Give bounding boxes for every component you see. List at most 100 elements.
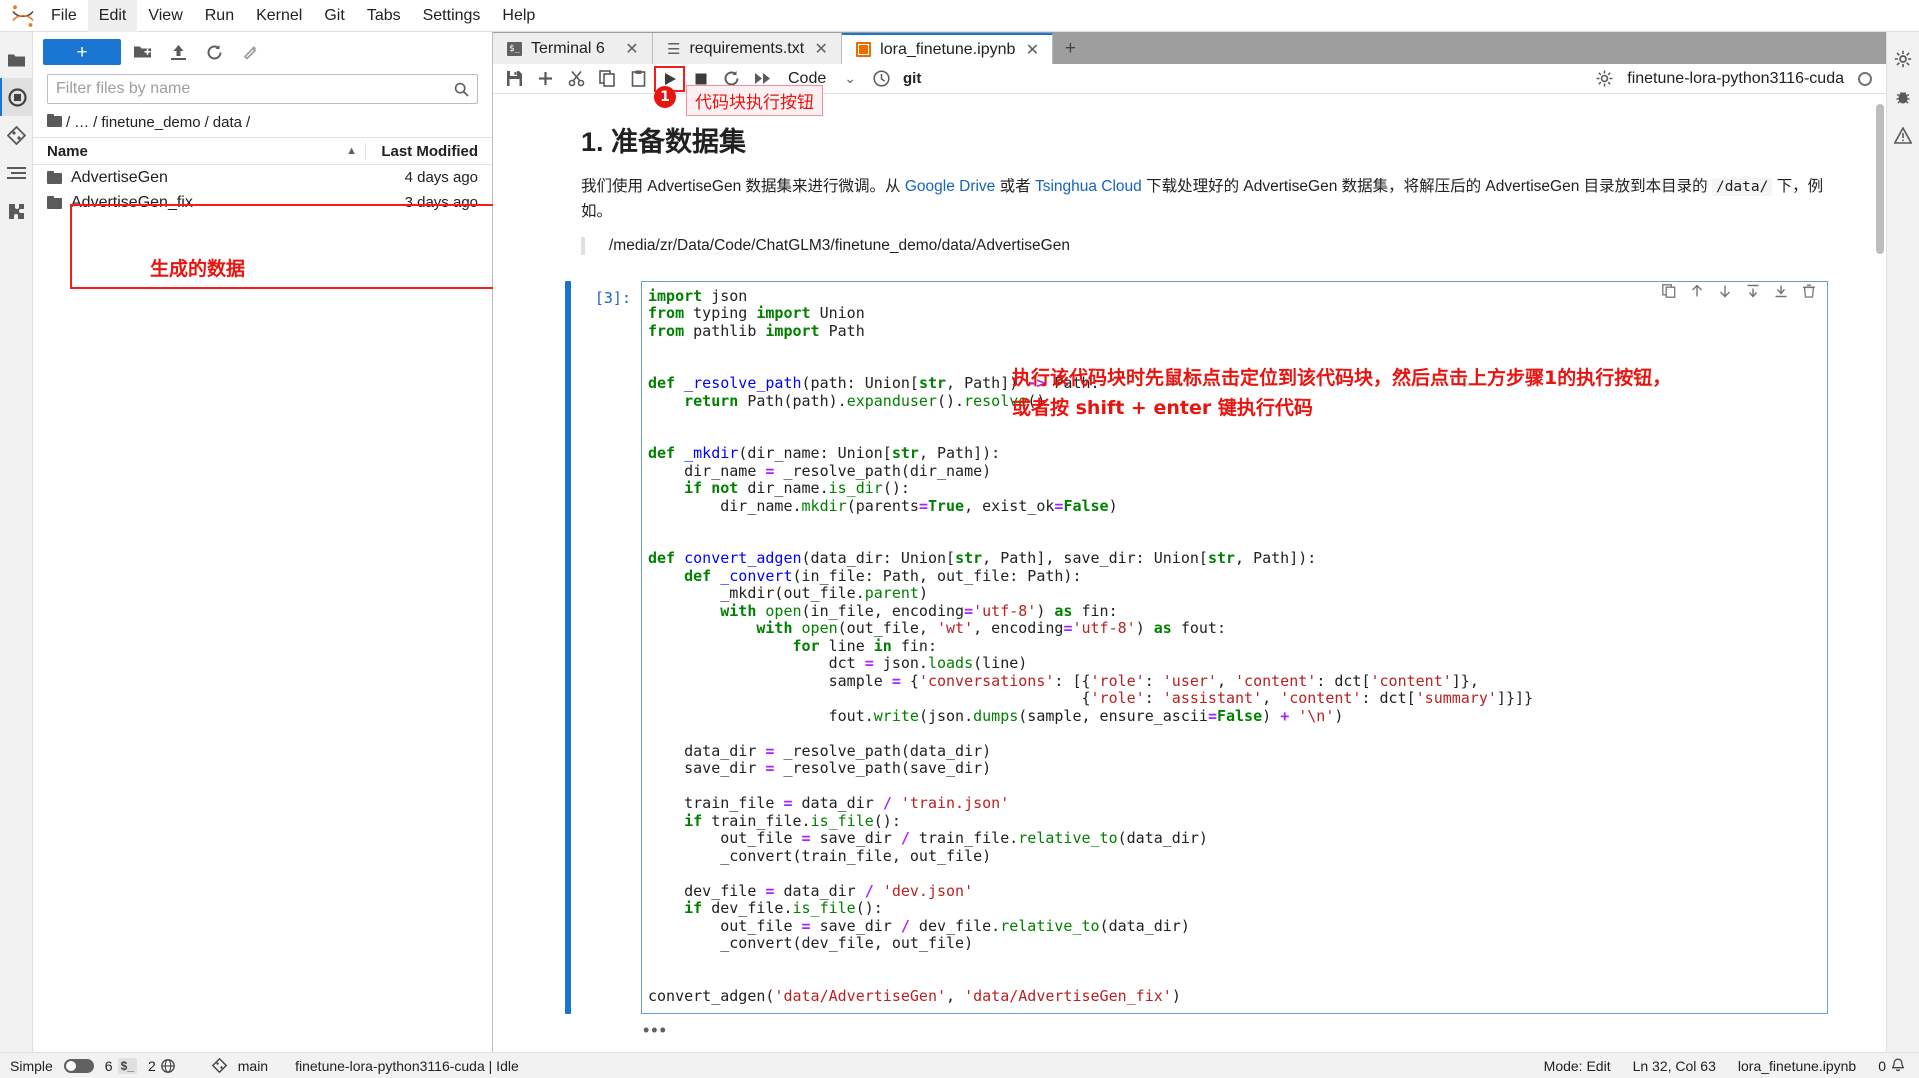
upload-icon[interactable]: [163, 39, 193, 65]
plus-icon[interactable]: [530, 66, 561, 92]
sidebar-item-extension-manager[interactable]: [0, 192, 33, 230]
menu-help[interactable]: Help: [491, 0, 546, 32]
column-header-name[interactable]: Name ▲: [33, 143, 366, 160]
new-launcher-button[interactable]: +: [43, 39, 121, 65]
menu-tabs[interactable]: Tabs: [356, 0, 412, 32]
dock-area: $_ Terminal 6 ✕ ☰ requirements.txt ✕ lor…: [493, 32, 1886, 1052]
status-terminals[interactable]: 6 $_: [105, 1058, 137, 1074]
menu-git[interactable]: Git: [313, 0, 355, 32]
link-tsinghua-cloud[interactable]: Tsinghua Cloud: [1035, 178, 1142, 195]
menu-kernel[interactable]: Kernel: [245, 0, 313, 32]
jupyter-logo-icon: [6, 2, 40, 30]
notebook-content: 1. 准备数据集 我们使用 AdvertiseGen 数据集来进行微调。从 Go…: [559, 120, 1828, 1052]
list-item[interactable]: AdvertiseGen 4 days ago: [33, 165, 492, 190]
close-icon[interactable]: ✕: [813, 39, 829, 59]
menu-view[interactable]: View: [137, 0, 193, 32]
inline-code-data-path: /data/: [1712, 178, 1772, 196]
tab-terminal-6[interactable]: $_ Terminal 6 ✕: [493, 33, 653, 64]
sidebar-item-file-browser[interactable]: [0, 40, 33, 78]
cell-hover-toolbar: [1662, 284, 1821, 298]
breadcrumb-home-icon[interactable]: [47, 114, 62, 131]
property-inspector-icon[interactable]: [1887, 40, 1919, 78]
menu-bar: File Edit View Run Kernel Git Tabs Setti…: [0, 0, 1919, 32]
menu-settings[interactable]: Settings: [412, 0, 492, 32]
file-filter-box[interactable]: [47, 74, 478, 104]
insert-cell-above-icon[interactable]: [1746, 284, 1765, 298]
close-icon[interactable]: ✕: [1024, 40, 1040, 60]
delete-cell-icon[interactable]: [1802, 284, 1821, 298]
edit-mode-indicator[interactable]: Mode: Edit: [1544, 1058, 1611, 1074]
right-sidebar-rail: [1886, 32, 1919, 1052]
close-icon[interactable]: ✕: [624, 39, 640, 59]
warning-triangle-icon[interactable]: [1887, 116, 1919, 154]
cell-output-placeholder[interactable]: •••: [643, 1020, 1828, 1041]
folder-icon: [47, 172, 62, 184]
tab-label: requirements.txt: [689, 40, 804, 58]
tab-requirements-txt[interactable]: ☰ requirements.txt ✕: [653, 33, 842, 64]
copy-icon[interactable]: [592, 66, 623, 92]
new-checkpoint-icon[interactable]: [235, 39, 265, 65]
menu-edit[interactable]: Edit: [88, 0, 138, 32]
kernel-idle-circle-icon: [1858, 72, 1872, 86]
notebook-icon: [856, 42, 871, 57]
jupyterlab-window: File Edit View Run Kernel Git Tabs Setti…: [0, 0, 1919, 1078]
save-icon[interactable]: [499, 66, 530, 92]
main-area: +: [0, 32, 1919, 1052]
terminal-icon: $_: [507, 42, 522, 56]
file-browser-toolbar: +: [33, 32, 492, 72]
debugger-bug-icon[interactable]: [1887, 78, 1919, 116]
search-input[interactable]: [56, 80, 454, 98]
tab-lora-finetune-ipynb[interactable]: lora_finetune.ipynb ✕: [842, 33, 1053, 64]
notification-center[interactable]: 0: [1878, 1058, 1905, 1074]
notebook-cells: 1. 准备数据集 我们使用 AdvertiseGen 数据集来进行微调。从 Go…: [493, 120, 1886, 1052]
paragraph-mid1: 或者: [995, 178, 1035, 195]
sort-ascending-icon: ▲: [346, 145, 357, 157]
column-header-last-modified[interactable]: Last Modified: [366, 143, 492, 160]
sidebar-item-git[interactable]: [0, 116, 33, 154]
annotation-text-generated-data: 生成的数据: [150, 254, 245, 281]
menu-file[interactable]: File: [40, 0, 88, 32]
simple-mode-toggle[interactable]: [64, 1059, 94, 1073]
scrollbar-thumb[interactable]: [1876, 104, 1884, 254]
clock-icon[interactable]: [866, 66, 897, 92]
file-modified: 4 days ago: [366, 169, 492, 186]
refresh-icon[interactable]: [199, 39, 229, 65]
status-bar: Simple 6 $_ 2 main finetune-lora-python3…: [0, 1052, 1919, 1078]
breadcrumb-finetune-demo[interactable]: finetune_demo: [101, 114, 200, 131]
active-file-name[interactable]: lora_finetune.ipynb: [1738, 1058, 1856, 1074]
insert-cell-below-icon[interactable]: [1774, 284, 1793, 298]
sidebar-item-running-terminals[interactable]: [0, 78, 33, 116]
scissors-icon[interactable]: [561, 66, 592, 92]
tab-label: Terminal 6: [531, 40, 605, 58]
new-folder-icon[interactable]: [127, 39, 157, 65]
folder-icon: [47, 197, 62, 209]
branch-name: main: [238, 1058, 268, 1074]
sidebar-item-table-of-contents[interactable]: [0, 154, 33, 192]
markdown-paragraph: 我们使用 AdvertiseGen 数据集来进行微调。从 Google Driv…: [581, 175, 1828, 225]
move-cell-down-icon[interactable]: [1718, 284, 1737, 298]
status-git-branch[interactable]: main: [212, 1058, 268, 1074]
notebook-vertical-scrollbar[interactable]: [1874, 94, 1885, 1052]
menu-run[interactable]: Run: [194, 0, 245, 32]
list-item[interactable]: AdvertiseGen_fix 3 days ago: [33, 190, 492, 215]
breadcrumb-ellipsis[interactable]: …: [74, 114, 89, 131]
gear-icon[interactable]: [1596, 70, 1613, 87]
kernel-status-text[interactable]: finetune-lora-python3116-cuda | Idle: [295, 1058, 519, 1074]
clipboard-icon[interactable]: [623, 66, 654, 92]
new-tab-button[interactable]: +: [1053, 33, 1087, 64]
notebook-scroll-area[interactable]: 1. 准备数据集 我们使用 AdvertiseGen 数据集来进行微调。从 Go…: [493, 94, 1886, 1052]
breadcrumb-sep-3: /: [246, 114, 250, 131]
git-toolbar-label[interactable]: git: [903, 70, 921, 87]
link-google-drive[interactable]: Google Drive: [905, 178, 995, 195]
annotation-badge-1: 1: [654, 86, 676, 108]
duplicate-cell-icon[interactable]: [1662, 284, 1681, 298]
terminal-count: 6: [105, 1058, 113, 1074]
kernel-name-label[interactable]: finetune-lora-python3116-cuda: [1627, 70, 1844, 88]
breadcrumb-data[interactable]: data: [213, 114, 242, 131]
move-cell-up-icon[interactable]: [1690, 284, 1709, 298]
markdown-blockquote-path: /media/zr/Data/Code/ChatGLM3/finetune_de…: [581, 237, 1828, 255]
status-kernels[interactable]: 2: [148, 1058, 175, 1074]
cursor-position[interactable]: Ln 32, Col 63: [1633, 1058, 1716, 1074]
status-bar-left: Simple 6 $_ 2 main finetune-lora-python3…: [10, 1058, 519, 1074]
breadcrumb-sep-1: /: [93, 114, 97, 131]
